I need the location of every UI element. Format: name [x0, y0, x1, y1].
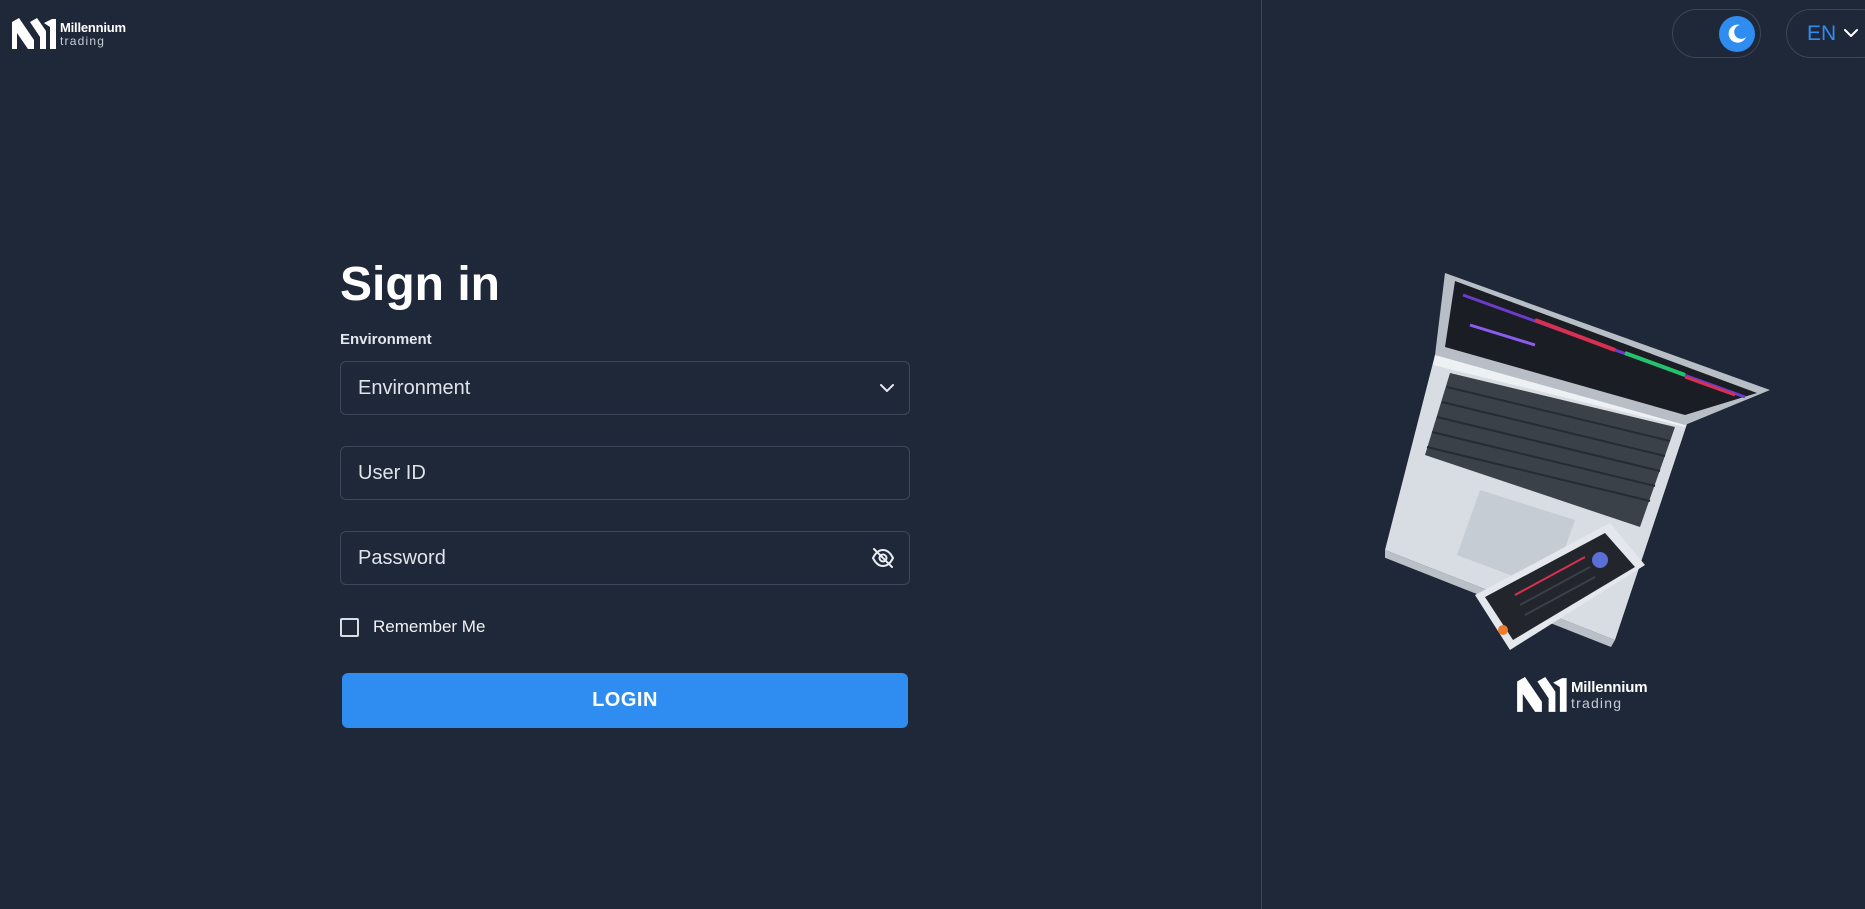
remember-me-label[interactable]: Remember Me [373, 617, 485, 637]
remember-me-checkbox[interactable] [340, 617, 359, 637]
environment-label: Environment [340, 331, 432, 348]
chevron-down-icon [1844, 29, 1859, 38]
laptop-and-phone-illustration [1383, 265, 1775, 660]
remember-me[interactable]: Remember Me [340, 617, 910, 637]
language-select[interactable]: EN [1786, 9, 1865, 58]
password-input[interactable]: Password [340, 531, 910, 585]
language-value: EN [1807, 21, 1837, 45]
user-id-placeholder: User ID [358, 461, 426, 484]
chevron-down-icon [879, 383, 895, 393]
user-id-input[interactable]: User ID [340, 446, 910, 500]
brand-logo[interactable]: Millennium trading [12, 18, 126, 50]
brand-logo-large: Millennium trading [1517, 677, 1648, 713]
brand-name: Millennium [60, 20, 126, 35]
moon-icon [1719, 16, 1755, 52]
brand-name: Millennium [1571, 679, 1648, 696]
page-title: Sign in [340, 258, 500, 311]
login-pane: Millennium trading Sign in Environment E… [0, 0, 1262, 909]
millennium-logo-icon [12, 18, 56, 49]
brand-subname: trading [1571, 695, 1623, 711]
brand-subname: trading [60, 34, 106, 48]
millennium-logo-icon [1517, 677, 1567, 712]
sign-in-form: Sign in Environment Environment User ID … [340, 255, 910, 728]
environment-select-value: Environment [358, 376, 471, 399]
environment-select[interactable]: Environment [340, 361, 910, 415]
login-button[interactable]: LOGIN [342, 673, 908, 728]
theme-toggle[interactable] [1672, 9, 1761, 58]
eye-off-icon[interactable] [871, 548, 895, 568]
password-placeholder: Password [358, 546, 446, 569]
